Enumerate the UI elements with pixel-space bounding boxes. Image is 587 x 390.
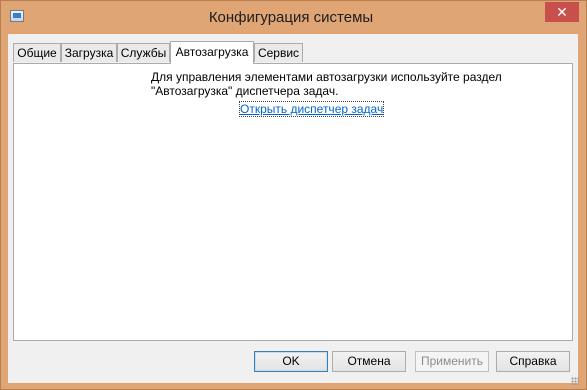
startup-panel: Для управления элементами автозагрузки и… [13,63,573,341]
resize-grip-icon[interactable] [571,377,579,385]
help-button[interactable]: Справка [496,351,570,372]
ok-button[interactable]: OK [254,351,328,372]
close-button[interactable]: ✕ [545,2,579,22]
startup-message-line2: "Автозагрузка" диспетчера задач. [151,84,339,98]
tab-startup[interactable]: Автозагрузка [170,41,254,64]
window-title: Конфигурация системы [208,9,374,26]
cancel-button[interactable]: Отмена [332,351,406,372]
tab-general[interactable]: Общие [13,43,61,62]
startup-message-line1: Для управления элементами автозагрузки и… [151,70,502,84]
title-bar[interactable]: Конфигурация системы ✕ [1,1,586,34]
startup-message: Для управления элементами автозагрузки и… [151,70,531,98]
apply-button[interactable]: Применить [415,351,489,372]
close-icon: ✕ [556,4,568,20]
open-task-manager-link[interactable]: Открыть диспетчер задач [238,101,385,117]
dialog-client-area: Общие Загрузка Службы Автозагрузка Серви… [8,34,579,385]
system-config-window: Конфигурация системы ✕ Общие Загрузка Сл… [0,0,587,390]
tab-tools[interactable]: Сервис [254,43,303,62]
tab-boot[interactable]: Загрузка [61,43,117,62]
tab-services[interactable]: Службы [117,43,170,62]
